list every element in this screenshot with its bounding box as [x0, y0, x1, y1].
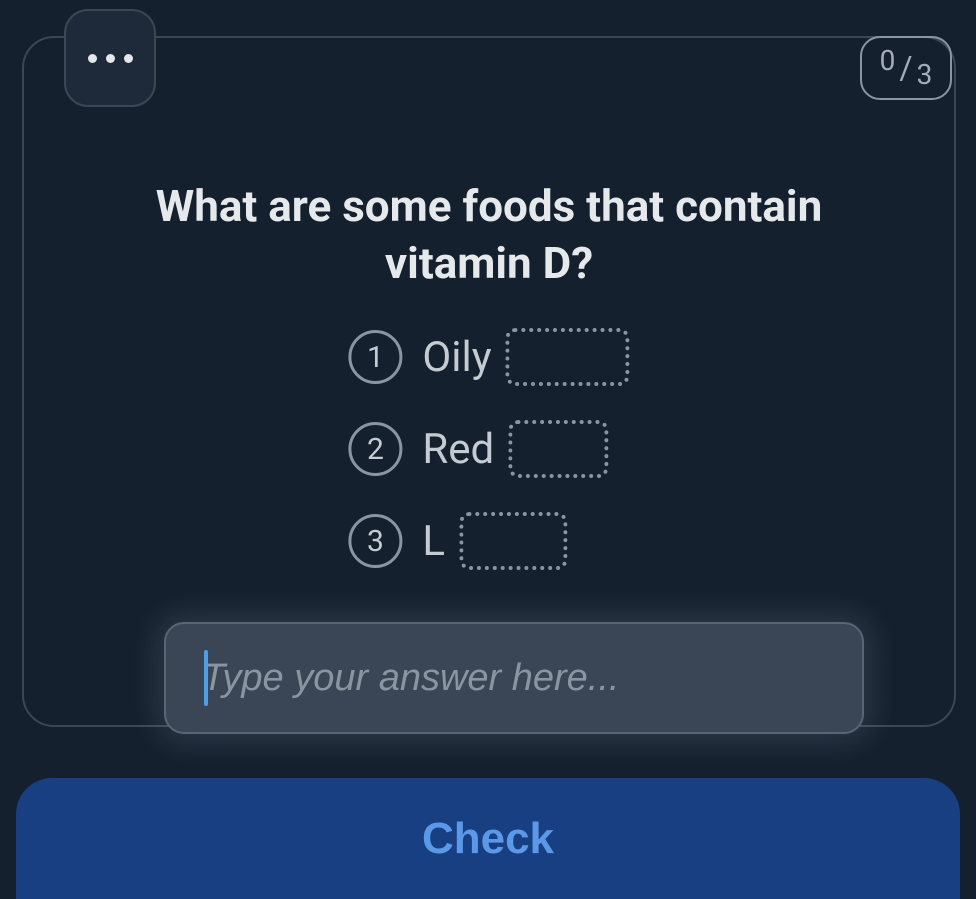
answer-blank-2 — [508, 420, 608, 478]
answer-row-1: 1 Oily — [348, 328, 629, 386]
answer-row-3: 3 L — [348, 512, 629, 570]
answer-input-wrapper — [164, 622, 864, 734]
answer-number-1: 1 — [348, 330, 402, 384]
menu-button[interactable] — [64, 9, 156, 107]
score-slash: / — [899, 49, 912, 87]
check-button[interactable]: Check — [16, 778, 960, 899]
answer-prefix-2: Red — [422, 425, 494, 474]
score-badge: 0 / 3 — [860, 36, 952, 100]
quiz-card: What are some foods that contain vitamin… — [22, 36, 956, 727]
answer-input[interactable] — [164, 622, 864, 734]
question-text: What are some foods that contain vitamin… — [24, 178, 954, 292]
answer-number-3: 3 — [348, 514, 402, 568]
score-current: 0 — [880, 44, 896, 77]
answer-list: 1 Oily 2 Red 3 L — [348, 328, 629, 570]
answer-prefix-3: L — [422, 517, 445, 566]
ellipsis-icon — [88, 54, 133, 63]
answer-prefix-1: Oily — [422, 333, 491, 382]
answer-text-3: L — [422, 512, 567, 570]
answer-blank-1 — [506, 328, 630, 386]
answer-text-2: Red — [422, 420, 608, 478]
answer-text-1: Oily — [422, 328, 629, 386]
answer-row-2: 2 Red — [348, 420, 629, 478]
answer-number-2: 2 — [348, 422, 402, 476]
answer-blank-3 — [459, 512, 567, 570]
score-total: 3 — [917, 58, 933, 91]
